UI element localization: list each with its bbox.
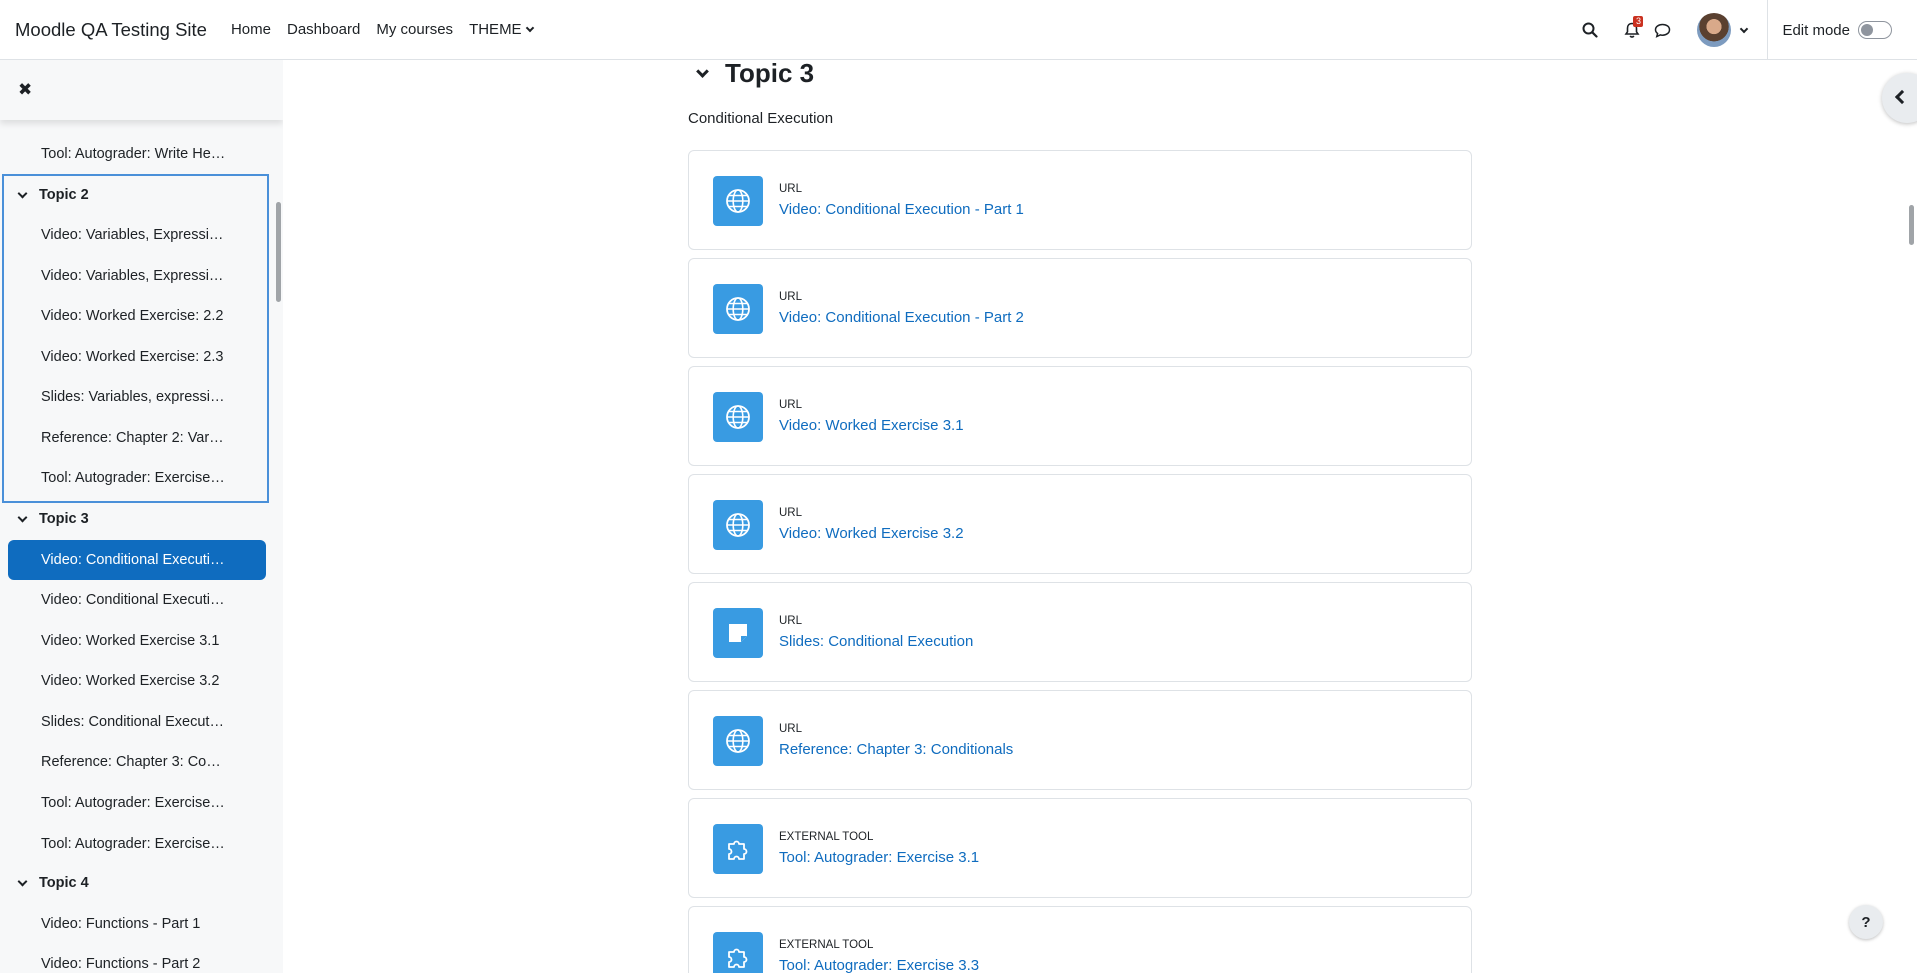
activity-card: URL Slides: Conditional Execution	[688, 582, 1472, 682]
course-index-item[interactable]: Video: Worked Exercise 3.2	[41, 673, 236, 689]
activity-card: URL Video: Conditional Execution - Part …	[688, 150, 1472, 250]
puzzle-icon[interactable]	[713, 824, 763, 874]
top-navbar: Moodle QA Testing Site Home Dashboard My…	[0, 0, 1917, 60]
chevron-down-icon	[525, 23, 534, 33]
globe-icon[interactable]	[713, 176, 763, 226]
activity-link[interactable]: Tool: Autograder: Exercise 3.1	[779, 849, 979, 866]
note-icon[interactable]	[713, 608, 763, 658]
close-icon[interactable]: ✖	[18, 80, 32, 100]
chat-bubble-icon	[1654, 23, 1671, 38]
activity-type: URL	[779, 291, 803, 303]
activity-type: URL	[779, 615, 803, 627]
globe-icon[interactable]	[713, 716, 763, 766]
page-scrollbar[interactable]	[1909, 205, 1914, 245]
activity-link[interactable]: Video: Conditional Execution - Part 1	[779, 201, 1024, 218]
course-index-item[interactable]: Video: Functions - Part 1	[41, 916, 236, 932]
course-index-item-active[interactable]: Video: Conditional Executi…	[8, 540, 266, 580]
help-button[interactable]: ?	[1849, 905, 1883, 939]
search-icon	[1582, 22, 1599, 38]
section-label: Topic 3	[39, 511, 89, 527]
course-index-item[interactable]: Tool: Autograder: Write He…	[41, 146, 236, 162]
navbar-divider	[1767, 0, 1769, 60]
course-index-item[interactable]: Reference: Chapter 3: Co…	[41, 754, 236, 770]
course-index-item[interactable]: Video: Variables, Expressi…	[41, 227, 236, 243]
activity-type: URL	[779, 399, 803, 411]
globe-icon[interactable]	[713, 284, 763, 334]
course-index-item[interactable]: Slides: Variables, expressi…	[41, 389, 236, 405]
activity-type: External tool	[779, 939, 874, 951]
user-avatar[interactable]	[1697, 13, 1732, 47]
nav-theme-menu[interactable]: THEME	[469, 21, 534, 38]
notifications-button[interactable]: 3	[1617, 15, 1647, 45]
activity-type: URL	[779, 507, 803, 519]
activity-card: URL Video: Worked Exercise 3.2	[688, 474, 1472, 574]
site-name[interactable]: Moodle QA Testing Site	[15, 19, 207, 41]
activity-link[interactable]: Reference: Chapter 3: Conditionals	[779, 741, 1013, 758]
notification-count-badge: 3	[1633, 16, 1644, 27]
course-index-item-label: Video: Conditional Executi…	[41, 552, 225, 568]
course-index-item[interactable]: Tool: Autograder: Exercise…	[41, 795, 236, 811]
activity-card: External tool Tool: Autograder: Exercise…	[688, 798, 1472, 898]
course-index-section-topic-3[interactable]: Topic 3	[17, 511, 89, 527]
activity-link[interactable]: Slides: Conditional Execution	[779, 633, 973, 650]
section-label: Topic 4	[39, 875, 89, 891]
nav-dashboard[interactable]: Dashboard	[287, 21, 360, 38]
block-drawer-toggle[interactable]	[1882, 73, 1917, 123]
course-index-section-topic-2[interactable]: Topic 2	[17, 187, 89, 203]
puzzle-icon[interactable]	[713, 932, 763, 973]
chevron-down-icon[interactable]	[696, 65, 709, 78]
activity-type: URL	[779, 723, 803, 735]
section-header: Topic 3	[696, 58, 815, 89]
course-index-item[interactable]: Slides: Conditional Execut…	[41, 714, 236, 730]
activity-link[interactable]: Tool: Autograder: Exercise 3.3	[779, 957, 979, 973]
section-label: Topic 2	[39, 187, 89, 203]
course-index-item[interactable]: Video: Worked Exercise 3.1	[41, 633, 236, 649]
edit-mode-label: Edit mode	[1782, 21, 1850, 39]
course-index-item[interactable]: Video: Variables, Expressi…	[41, 268, 236, 284]
chevron-down-icon[interactable]	[1740, 24, 1749, 33]
course-index-item[interactable]: Tool: Autograder: Exercise…	[41, 470, 236, 486]
activity-link[interactable]: Video: Conditional Execution - Part 2	[779, 309, 1024, 326]
activity-link[interactable]: Video: Worked Exercise 3.1	[779, 417, 964, 434]
activity-type: URL	[779, 183, 803, 195]
globe-icon[interactable]	[713, 500, 763, 550]
activity-card: URL Video: Conditional Execution - Part …	[688, 258, 1472, 358]
activity-type: External tool	[779, 831, 874, 843]
navbar-user-area: 3 Edit mode	[1575, 0, 1917, 60]
drawer-header: ✖	[0, 60, 283, 120]
chevron-down-icon[interactable]	[17, 876, 28, 886]
course-index-item[interactable]: Video: Worked Exercise: 2.3	[41, 349, 236, 365]
course-index-item[interactable]: Reference: Chapter 2: Var…	[41, 430, 236, 446]
drawer-scrollbar[interactable]	[276, 202, 281, 302]
search-button[interactable]	[1575, 15, 1605, 45]
activity-card: External tool Tool: Autograder: Exercise…	[688, 906, 1472, 973]
activity-card: URL Reference: Chapter 3: Conditionals	[688, 690, 1472, 790]
course-index-drawer: ✖ Tool: Autograder: Write He… Topic 2 Vi…	[0, 60, 283, 973]
course-index-item[interactable]: Video: Functions - Part 2	[41, 956, 236, 972]
course-index-item[interactable]: Tool: Autograder: Exercise…	[41, 836, 236, 852]
nav-home[interactable]: Home	[231, 21, 271, 38]
nav-my-courses[interactable]: My courses	[376, 21, 453, 38]
chevron-down-icon[interactable]	[17, 512, 28, 522]
section-focus-outline	[2, 174, 269, 503]
nav-theme-label: THEME	[469, 21, 522, 38]
edit-mode-toggle[interactable]	[1858, 21, 1892, 39]
primary-navigation: Home Dashboard My courses THEME	[231, 21, 549, 38]
course-index-item[interactable]: Video: Worked Exercise: 2.2	[41, 308, 236, 324]
course-index-item[interactable]: Video: Conditional Executi…	[41, 592, 236, 608]
messages-button[interactable]	[1647, 15, 1677, 45]
activity-card: URL Video: Worked Exercise 3.1	[688, 366, 1472, 466]
chevron-left-icon	[1894, 89, 1910, 105]
section-summary: Conditional Execution	[688, 110, 834, 127]
globe-icon[interactable]	[713, 392, 763, 442]
course-index-section-topic-4[interactable]: Topic 4	[17, 875, 89, 891]
activity-link[interactable]: Video: Worked Exercise 3.2	[779, 525, 964, 542]
section-title: Topic 3	[725, 58, 815, 88]
chevron-down-icon[interactable]	[17, 188, 28, 198]
